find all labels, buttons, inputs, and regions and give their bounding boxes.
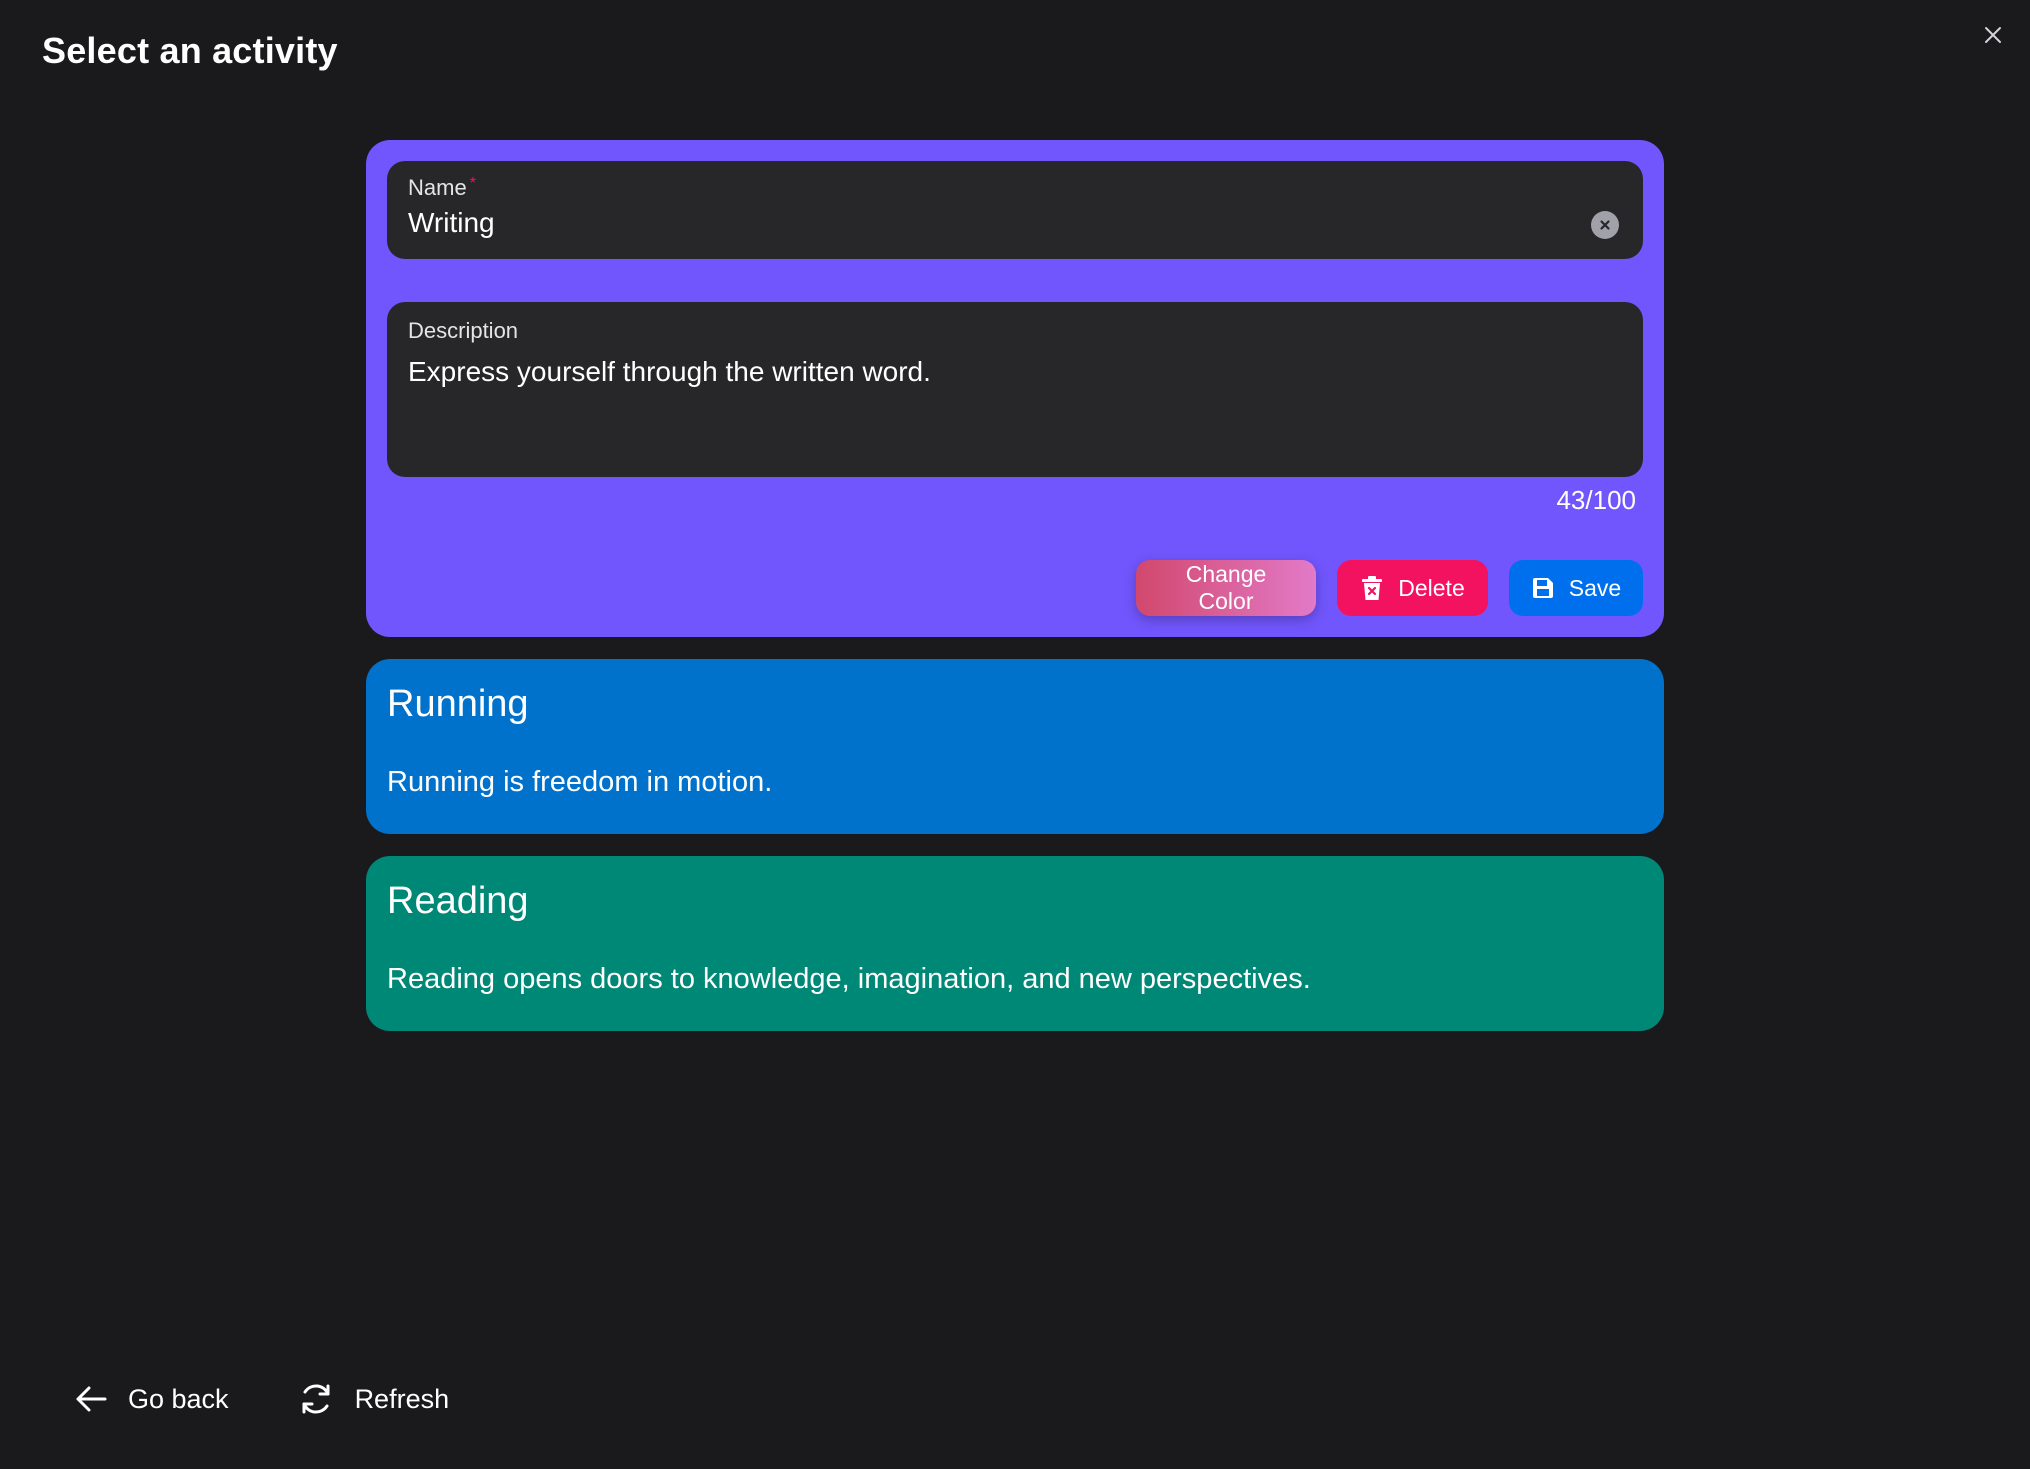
trash-icon	[1362, 576, 1383, 600]
name-label: Name *	[408, 175, 476, 200]
activity-title: Running	[387, 683, 529, 725]
activity-description: Running is freedom in motion.	[387, 766, 773, 798]
activity-list: Name * Writing Description Express yourse…	[366, 140, 1664, 1053]
activity-card-reading[interactable]: Reading Reading opens doors to knowledge…	[366, 856, 1664, 1031]
page-title: Select an activity	[42, 30, 338, 71]
refresh-icon	[302, 1384, 330, 1414]
name-input[interactable]: Writing	[408, 207, 1622, 239]
delete-label: Delete	[1398, 574, 1465, 601]
footer-nav: Go back Refresh	[74, 1380, 449, 1418]
name-field[interactable]: Name * Writing	[387, 161, 1643, 259]
save-label: Save	[1568, 574, 1622, 601]
arrow-left-icon	[76, 1386, 107, 1412]
required-asterisk: *	[469, 175, 476, 192]
delete-button[interactable]: Delete	[1337, 560, 1488, 616]
description-textarea[interactable]: Express yourself through the written wor…	[408, 356, 1622, 388]
activity-description: Reading opens doors to knowledge, imagin…	[387, 963, 1311, 995]
go-back-label: Go back	[128, 1383, 229, 1414]
go-back-button[interactable]: Go back	[74, 1384, 229, 1415]
change-color-label: Change Color	[1185, 561, 1267, 614]
activity-card-running[interactable]: Running Running is freedom in motion.	[366, 659, 1664, 834]
refresh-label: Refresh	[354, 1383, 450, 1414]
change-color-button[interactable]: Change Color	[1136, 560, 1316, 616]
activity-title: Reading	[387, 880, 529, 922]
refresh-button[interactable]: Refresh	[297, 1380, 450, 1418]
clear-name-button[interactable]	[1591, 211, 1619, 239]
char-counter: 43/100	[1556, 485, 1636, 515]
close-button[interactable]	[1978, 20, 2008, 50]
close-icon	[1985, 27, 2001, 43]
edit-actions: Change Color Delete Save	[1136, 560, 1643, 616]
floppy-disk-icon	[1532, 578, 1553, 598]
clear-icon	[1600, 220, 1610, 230]
description-field[interactable]: Description Express yourself through the…	[387, 302, 1643, 477]
activity-edit-card: Name * Writing Description Express yourse…	[366, 140, 1664, 637]
save-button[interactable]: Save	[1509, 560, 1643, 616]
description-label: Description	[408, 318, 519, 343]
